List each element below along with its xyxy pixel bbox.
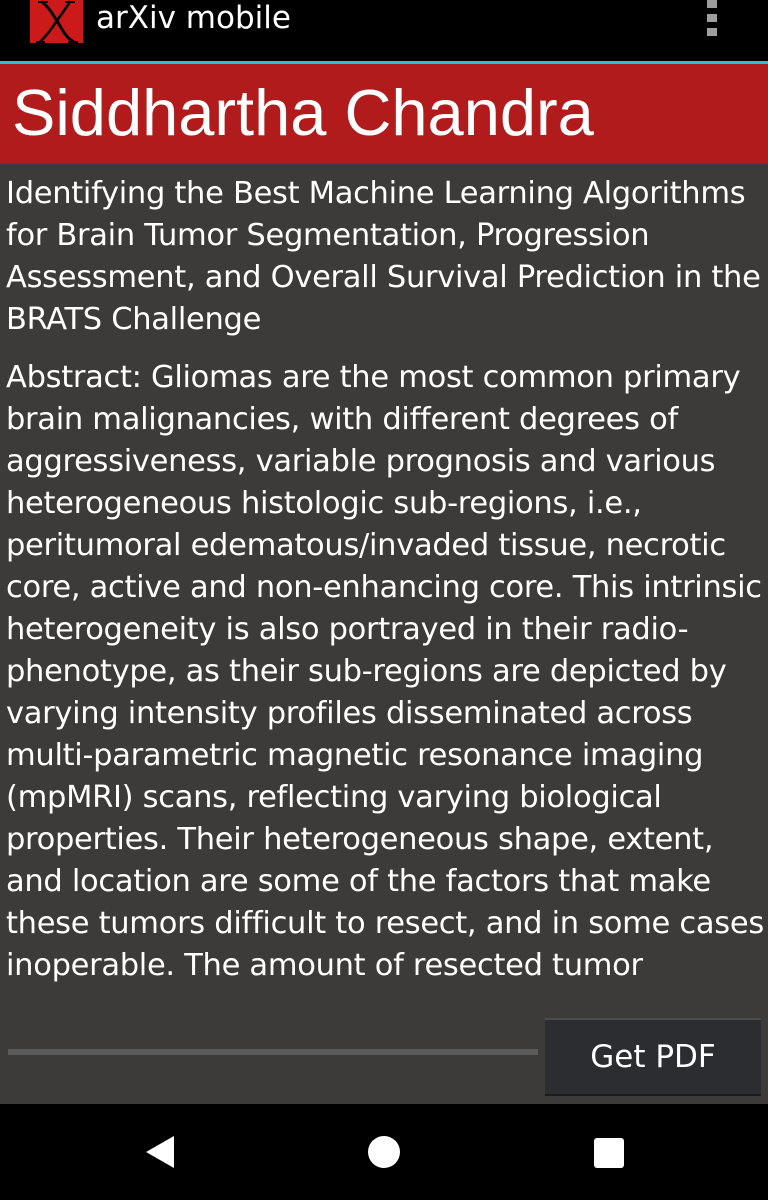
home-icon[interactable]: [354, 1128, 414, 1176]
app-title: arXiv mobile: [96, 0, 291, 36]
paper-abstract: Abstract: Gliomas are the most common pr…: [6, 360, 764, 983]
author-banner: Siddhartha Chandra: [0, 64, 768, 164]
author-name: Siddhartha Chandra: [12, 76, 594, 149]
arxiv-logo-icon: [30, 0, 83, 43]
recents-icon[interactable]: [578, 1128, 638, 1176]
action-bar: arXiv mobile: [0, 0, 768, 61]
paper-title: Identifying the Best Machine Learning Al…: [6, 176, 761, 337]
overflow-menu-icon[interactable]: [700, 0, 724, 40]
download-progress-bar: [8, 1049, 538, 1055]
get-pdf-button[interactable]: Get PDF: [545, 1018, 761, 1096]
paper-content[interactable]: Identifying the Best Machine Learning Al…: [6, 173, 764, 1003]
back-icon[interactable]: [130, 1128, 190, 1176]
navigation-bar: [0, 1104, 768, 1200]
